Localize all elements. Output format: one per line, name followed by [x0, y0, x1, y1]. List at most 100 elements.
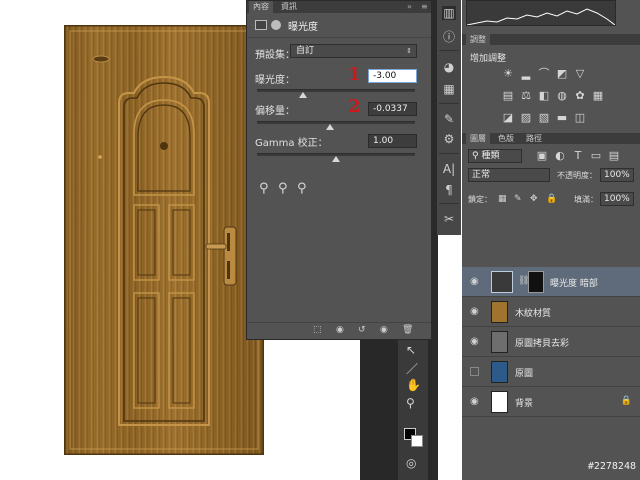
shape-filter-icon[interactable]: ▭ — [590, 150, 602, 162]
divider — [439, 103, 459, 104]
gradient-map-icon[interactable]: ▬ — [556, 112, 568, 124]
collapse-icon[interactable]: » — [407, 2, 412, 11]
panel-menu-icon[interactable]: ≡ — [421, 2, 428, 11]
levels-icon[interactable]: ▂ — [520, 68, 532, 80]
opacity-label: 不透明度： — [557, 171, 597, 180]
preset-select[interactable]: 自訂 ⇕ — [290, 44, 417, 58]
color-balance-icon[interactable]: ⚖ — [520, 90, 532, 102]
chevron-updown-icon: ⇕ — [406, 47, 412, 55]
adjustment-filter-icon[interactable]: ◐ — [554, 150, 566, 162]
quick-mask-icon[interactable]: ◎ — [406, 456, 416, 470]
mask-thumbnail[interactable] — [528, 271, 544, 293]
tools-preset-icon[interactable]: ✂ — [442, 212, 456, 226]
eye-icon[interactable]: ◉ — [470, 276, 479, 287]
threshold-icon[interactable]: ▧ — [538, 112, 550, 124]
color-lookup-icon[interactable]: ▦ — [592, 90, 604, 102]
layer-row[interactable]: ◉ ⛓ 曝光度 暗部 — [462, 267, 640, 297]
exposure-slider-thumb[interactable] — [298, 92, 307, 98]
pixel-filter-icon[interactable]: ▣ — [536, 150, 548, 162]
offset-slider-thumb[interactable] — [325, 124, 334, 130]
adjustment-header: 曝光度 — [255, 16, 318, 34]
white-eyedropper-icon[interactable]: ⚲ — [297, 181, 307, 196]
lock-pixels-icon[interactable]: ✎ — [514, 194, 522, 204]
offset-input[interactable]: -0.0337 — [368, 102, 417, 116]
hidden-visibility-box[interactable] — [470, 367, 479, 376]
layer-name: 原圖 — [515, 369, 534, 379]
layer-thumbnail — [491, 361, 508, 383]
swatches-icon[interactable]: ◕ — [442, 60, 456, 74]
info-icon[interactable]: ⓘ — [442, 30, 456, 44]
layer-row[interactable]: ◉ 木紋材質 — [462, 297, 640, 327]
gamma-slider-thumb[interactable] — [332, 156, 340, 162]
lock-transparency-icon[interactable]: ▦ — [498, 194, 507, 204]
hand-tool-icon[interactable]: ✋ — [406, 378, 421, 392]
fill-input[interactable]: 100% — [600, 192, 634, 206]
adjustments-title: 增加調整 — [470, 54, 507, 64]
exposure-slider[interactable] — [257, 89, 415, 98]
black-eyedropper-icon[interactable]: ⚲ — [259, 181, 269, 196]
channel-mixer-icon[interactable]: ✿ — [574, 90, 586, 102]
zoom-tool-icon[interactable]: ⚲ — [406, 396, 415, 410]
reset-icon[interactable]: ↺ — [358, 325, 366, 335]
adjustment-thumbnail — [491, 271, 513, 293]
opacity-input[interactable]: 100% — [600, 168, 634, 182]
layer-row[interactable]: ◉ 原圖拷貝去彩 — [462, 327, 640, 357]
exposure-label: 曝光度： — [255, 75, 295, 86]
tab-paths[interactable]: 路徑 — [522, 133, 546, 144]
clip-to-layer-icon[interactable]: ⬚ — [313, 325, 322, 335]
selective-color-icon[interactable]: ◫ — [574, 112, 586, 124]
tab-adjustments[interactable]: 調整 — [466, 34, 490, 45]
lock-icon: 🔒 — [620, 396, 632, 406]
layer-row[interactable]: ◉ 背景 🔒 — [462, 387, 640, 417]
paragraph-icon[interactable]: ¶ — [442, 183, 456, 197]
black-white-icon[interactable]: ◧ — [538, 90, 550, 102]
tab-properties[interactable]: 內容 — [249, 1, 273, 13]
blend-mode-select[interactable]: 正常 — [468, 168, 550, 182]
vibrance-icon[interactable]: ▽ — [574, 68, 586, 80]
delete-icon[interactable]: 🗑 — [402, 325, 413, 335]
adjustment-icon[interactable] — [255, 20, 267, 30]
tab-layers[interactable]: 圖層 — [466, 133, 490, 144]
path-select-icon[interactable]: ↖ — [406, 343, 416, 357]
photo-filter-icon[interactable]: ◍ — [556, 90, 568, 102]
tab-info[interactable]: 資訊 — [277, 1, 301, 13]
histogram-icon[interactable]: ▥ — [442, 6, 456, 20]
character-icon[interactable]: A| — [442, 162, 456, 176]
gamma-slider[interactable] — [257, 153, 415, 162]
curves-icon[interactable]: ⌒ — [538, 68, 550, 80]
mask-icon[interactable] — [271, 20, 281, 30]
view-previous-icon[interactable]: ◉ — [336, 325, 344, 335]
tab-channels[interactable]: 色版 — [494, 133, 518, 144]
eye-icon[interactable]: ◉ — [470, 336, 479, 347]
exposure-input[interactable]: -3.00 — [368, 69, 417, 83]
exposure-icon[interactable]: ◩ — [556, 68, 568, 80]
grid-icon[interactable]: ▦ — [442, 82, 456, 96]
layer-name: 木紋材質 — [515, 309, 552, 319]
brightness-icon[interactable]: ☀ — [502, 68, 514, 80]
gray-eyedropper-icon[interactable]: ⚲ — [278, 181, 288, 196]
layer-filter-select[interactable]: ⚲ 種類 — [468, 149, 522, 163]
divider — [439, 50, 459, 51]
tools-panel: ↖ ／ ✋ ⚲ ◎ — [398, 340, 428, 480]
brush-icon[interactable]: ✎ — [442, 112, 456, 126]
type-filter-icon[interactable]: T — [572, 150, 584, 162]
line-tool-icon[interactable]: ／ — [406, 360, 418, 377]
gamma-input[interactable]: 1.00 — [368, 134, 417, 148]
smart-filter-icon[interactable]: ▤ — [608, 150, 620, 162]
eye-icon[interactable]: ◉ — [470, 396, 479, 407]
divider — [439, 203, 459, 204]
lock-position-icon[interactable]: ✥ — [530, 194, 538, 204]
visibility-icon[interactable]: ◉ — [380, 325, 388, 335]
hue-sat-icon[interactable]: ▤ — [502, 90, 514, 102]
offset-slider[interactable] — [257, 121, 415, 130]
background-color-swatch[interactable] — [411, 435, 423, 447]
divider — [247, 37, 431, 38]
settings-icon[interactable]: ⚙ — [442, 132, 456, 146]
layer-row[interactable]: 原圖 — [462, 357, 640, 387]
properties-bottombar: ⬚ ◉ ↺ ◉ 🗑 — [247, 322, 431, 339]
lock-label: 鎖定： — [468, 195, 492, 204]
posterize-icon[interactable]: ▨ — [520, 112, 532, 124]
lock-all-icon[interactable]: 🔒 — [546, 194, 557, 204]
invert-icon[interactable]: ◪ — [502, 112, 514, 124]
eye-icon[interactable]: ◉ — [470, 306, 479, 317]
